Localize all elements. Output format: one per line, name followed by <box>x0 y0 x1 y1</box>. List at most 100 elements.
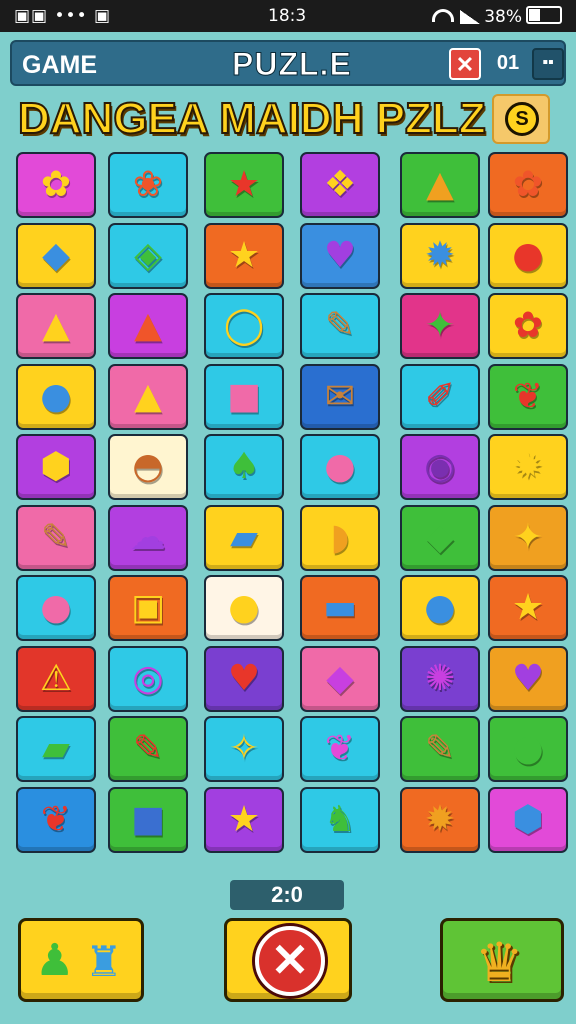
puzzle-tile[interactable]: ▲ <box>108 293 188 359</box>
close-button[interactable]: ✕ <box>449 48 481 80</box>
tile-icon: ✎ <box>40 516 72 558</box>
puzzle-tile[interactable]: ❖ <box>300 152 380 218</box>
puzzle-tile[interactable]: ◯ <box>204 293 284 359</box>
tile-icon: ◈ <box>134 234 162 276</box>
puzzle-tile[interactable]: ✉ <box>300 363 380 430</box>
puzzle-tile[interactable]: ▣ <box>108 575 188 641</box>
tile-icon: ■ <box>226 375 261 417</box>
puzzle-tile[interactable]: ❀ <box>108 152 188 218</box>
puzzle-tile[interactable]: ✎ <box>300 293 380 359</box>
tile-icon: ◯ <box>223 305 265 346</box>
puzzle-tile[interactable]: ◆ <box>16 222 96 289</box>
puzzle-tile[interactable]: ❦ <box>488 363 568 430</box>
puzzle-tile[interactable]: ■ <box>108 786 188 853</box>
cancel-button[interactable]: ✕ <box>224 918 352 1002</box>
puzzle-tile[interactable]: ■ <box>204 363 284 430</box>
signal-icon <box>460 10 481 24</box>
tile-icon: ▬ <box>322 587 357 628</box>
puzzle-tile[interactable]: ✹ <box>488 434 568 500</box>
puzzle-tile[interactable]: ❦ <box>300 716 380 782</box>
puzzle-tile[interactable]: ✦ <box>488 504 568 571</box>
puzzle-tile[interactable]: ◓ <box>108 434 188 500</box>
tile-icon: ❀ <box>132 164 164 205</box>
wifi-icon <box>432 9 455 22</box>
puzzle-tile[interactable]: ▲ <box>400 152 480 218</box>
tile-icon: ▲ <box>134 375 162 417</box>
puzzle-tile[interactable]: ● <box>16 575 96 641</box>
puzzle-tile[interactable]: ✿ <box>488 293 568 359</box>
puzzle-tile[interactable]: ✺ <box>400 645 480 712</box>
puzzle-tile[interactable]: ⚠ <box>16 645 96 712</box>
puzzle-tile[interactable]: ✐ <box>400 363 480 430</box>
puzzle-tile[interactable]: ✎ <box>16 504 96 571</box>
puzzle-tile[interactable]: ❦ <box>16 786 96 853</box>
treasure-button[interactable]: ♛ <box>440 918 564 1002</box>
puzzle-tile[interactable]: ▲ <box>16 293 96 359</box>
powerup-button[interactable]: ♟ ♜ <box>18 918 144 1002</box>
puzzle-tile[interactable]: ▬ <box>300 575 380 641</box>
tile-icon: ⬢ <box>512 798 544 840</box>
puzzle-tile[interactable]: ♥ <box>204 645 284 712</box>
grid-menu-icon: ▪▪ <box>542 54 554 71</box>
puzzle-tile[interactable]: ♠ <box>204 434 284 500</box>
tile-icon: ⬢ <box>40 446 72 487</box>
puzzle-tile[interactable]: ● <box>400 575 480 641</box>
puzzle-tile[interactable]: ♥ <box>300 222 380 289</box>
menu-button[interactable]: ▪▪ <box>532 48 564 80</box>
puzzle-tile[interactable]: ◗ <box>300 504 380 571</box>
puzzle-tile[interactable]: ✎ <box>400 716 480 782</box>
puzzle-tile[interactable]: ● <box>488 716 568 782</box>
puzzle-tile[interactable]: ✎ <box>108 716 188 782</box>
close-icon: ✕ <box>455 52 475 77</box>
puzzle-tile[interactable]: ★ <box>204 786 284 853</box>
tile-icon: ♥ <box>227 657 261 699</box>
puzzle-tile[interactable]: ✿ <box>488 152 568 218</box>
tile-icon: ◆ <box>326 657 354 699</box>
tile-icon: ● <box>324 446 356 487</box>
tile-icon: ✹ <box>424 798 456 840</box>
tile-icon: ▲ <box>42 305 70 346</box>
puzzle-tile[interactable]: ♥ <box>488 645 568 712</box>
puzzle-tile[interactable]: ☁ <box>108 504 188 571</box>
puzzle-tile[interactable]: ✹ <box>400 222 480 289</box>
puzzle-tile[interactable]: ● <box>16 363 96 430</box>
puzzle-tile[interactable]: ✧ <box>204 716 284 782</box>
puzzle-tile[interactable]: ✦ <box>400 293 480 359</box>
tile-icon: ✧ <box>228 728 260 769</box>
tile-icon: ✺ <box>424 657 456 699</box>
header-game-label: GAME <box>22 51 97 79</box>
tile-icon: ✹ <box>424 234 456 276</box>
tile-icon: ◆ <box>42 234 70 276</box>
puzzle-tile[interactable]: ★ <box>488 575 568 641</box>
puzzle-tile[interactable]: ◉ <box>400 434 480 500</box>
puzzle-tile[interactable]: ◎ <box>108 645 188 712</box>
puzzle-tile[interactable]: ♞ <box>300 786 380 853</box>
puzzle-tile[interactable]: ● <box>300 434 380 500</box>
puzzle-tile[interactable]: ◆ <box>400 504 480 571</box>
tile-icon: ▰ <box>230 516 258 558</box>
status-bar: ▣▣ ••• ▣ 18:3 38% <box>0 0 576 32</box>
puzzle-tile[interactable]: ◈ <box>108 222 188 289</box>
puzzle-tile[interactable]: ✹ <box>400 786 480 853</box>
puzzle-tile[interactable]: ▲ <box>108 363 188 430</box>
puzzle-tile[interactable]: ⬢ <box>488 786 568 853</box>
puzzle-tile[interactable]: ▰ <box>204 504 284 571</box>
cancel-x-icon: ✕ <box>255 926 325 996</box>
tile-icon: ● <box>424 587 456 628</box>
tile-icon: ◉ <box>424 446 456 487</box>
puzzle-tile[interactable]: ▰ <box>16 716 96 782</box>
puzzle-tile[interactable]: ⬢ <box>16 434 96 500</box>
coins-button[interactable]: S <box>492 94 550 144</box>
puzzle-tile[interactable]: ★ <box>204 152 284 218</box>
puzzle-tile[interactable]: ◆ <box>300 645 380 712</box>
tile-icon: ✎ <box>424 728 456 769</box>
tile-icon: ▰ <box>42 728 70 769</box>
treasure-icon: ♛ <box>475 931 524 994</box>
tile-icon: ♥ <box>323 234 357 276</box>
tile-icon: ★ <box>227 234 261 276</box>
puzzle-tile[interactable]: ★ <box>204 222 284 289</box>
puzzle-tile[interactable]: ✿ <box>16 152 96 218</box>
puzzle-tile[interactable]: ● <box>488 222 568 289</box>
tile-icon: ★ <box>227 798 261 840</box>
puzzle-tile[interactable]: ● <box>204 575 284 641</box>
